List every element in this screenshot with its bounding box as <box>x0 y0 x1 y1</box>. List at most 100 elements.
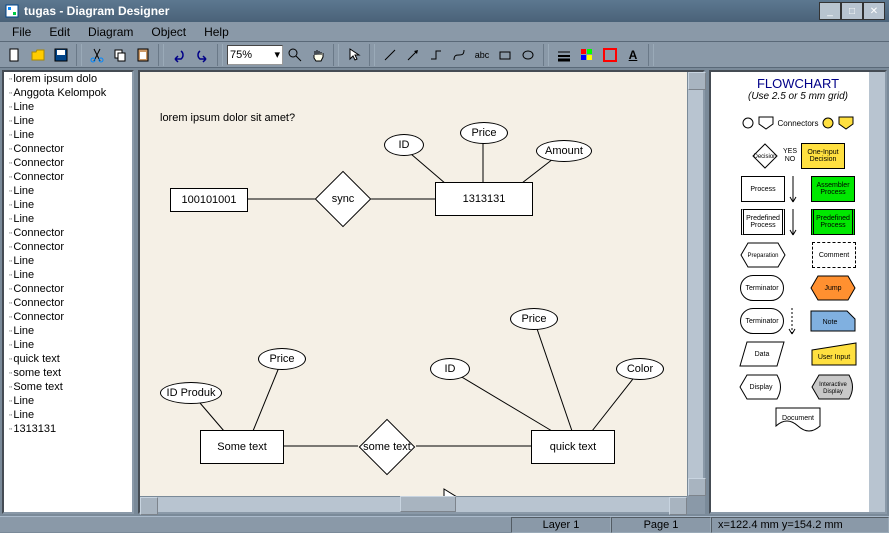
terminator-shape[interactable]: Terminator <box>740 275 784 301</box>
menu-file[interactable]: File <box>4 23 39 41</box>
curve-tool-button[interactable] <box>448 44 470 66</box>
arrow-tool-button[interactable] <box>402 44 424 66</box>
display-shape[interactable]: Display <box>739 374 785 400</box>
document-shape[interactable]: Document <box>775 407 821 433</box>
minimize-button[interactable]: _ <box>819 2 841 20</box>
tree-item[interactable]: Connector <box>4 170 132 184</box>
tree-item[interactable]: Connector <box>4 282 132 296</box>
connector-shape-yellow-icon[interactable] <box>838 116 854 130</box>
tree-item[interactable]: some text <box>4 366 132 380</box>
tree-item[interactable]: Line <box>4 212 132 226</box>
new-button[interactable] <box>4 44 26 66</box>
data-shape[interactable]: Data <box>739 341 785 367</box>
line-tool-button[interactable] <box>379 44 401 66</box>
fill-color-button[interactable] <box>576 44 598 66</box>
paste-button[interactable] <box>132 44 154 66</box>
interactive-display-shape[interactable]: InteractiveDisplay <box>811 374 857 400</box>
tree-item[interactable]: Connector <box>4 310 132 324</box>
preparation-shape[interactable]: Preparation <box>740 242 786 268</box>
scrollbar-thumb[interactable] <box>400 496 456 512</box>
process-shape[interactable]: Process <box>741 176 785 202</box>
note-shape[interactable]: Note <box>810 310 856 332</box>
relation-node[interactable]: some text <box>358 418 416 476</box>
tree-item[interactable]: Line <box>4 128 132 142</box>
predefined-process-shape[interactable]: Predefined Process <box>741 209 785 235</box>
attribute-node[interactable]: ID <box>430 358 470 380</box>
relation-node[interactable]: sync <box>314 170 372 228</box>
connector-tool-button[interactable] <box>425 44 447 66</box>
menu-diagram[interactable]: Diagram <box>80 23 141 41</box>
redo-button[interactable] <box>191 44 213 66</box>
connector-shape-icon[interactable] <box>758 116 774 130</box>
rect-tool-button[interactable] <box>494 44 516 66</box>
tree-item[interactable]: Line <box>4 338 132 352</box>
one-input-decision-shape[interactable]: One-Input Decision <box>801 143 845 169</box>
font-button[interactable]: A <box>622 44 644 66</box>
tree-item[interactable]: Line <box>4 100 132 114</box>
canvas[interactable]: lorem ipsum dolor sit amet? 100101001 sy… <box>140 72 687 496</box>
canvas-text[interactable]: lorem ipsum dolor sit amet? <box>160 112 295 124</box>
tree-item[interactable]: Connector <box>4 142 132 156</box>
terminator-shape-2[interactable]: Terminator <box>740 308 784 334</box>
pan-tool-button[interactable] <box>307 44 329 66</box>
text-tool-button[interactable]: abc <box>471 44 493 66</box>
zoom-combo[interactable]: 75%▾ <box>227 45 283 65</box>
tree-item[interactable]: Line <box>4 114 132 128</box>
jump-shape[interactable]: Jump <box>810 275 856 301</box>
tree-item[interactable]: Line <box>4 184 132 198</box>
attribute-node[interactable]: Price <box>510 308 558 330</box>
entity-node[interactable]: Some text <box>200 430 284 464</box>
tree-item[interactable]: Line <box>4 198 132 212</box>
tree-item[interactable]: Line <box>4 268 132 282</box>
tree-item[interactable]: 1313131 <box>4 422 132 436</box>
cut-button[interactable] <box>86 44 108 66</box>
attribute-node[interactable]: ID Produk <box>160 382 222 404</box>
tree-item[interactable]: lorem ipsum dolo <box>4 72 132 86</box>
menu-object[interactable]: Object <box>143 23 194 41</box>
tree-item[interactable]: Line <box>4 254 132 268</box>
connector-circle-yellow-icon[interactable] <box>822 117 834 129</box>
maximize-button[interactable]: □ <box>841 2 863 20</box>
tree-item[interactable]: Line <box>4 324 132 338</box>
ellipse-tool-button[interactable] <box>517 44 539 66</box>
close-button[interactable]: ✕ <box>863 2 885 20</box>
undo-button[interactable] <box>168 44 190 66</box>
tree-item[interactable]: Connector <box>4 226 132 240</box>
attribute-node[interactable]: Color <box>616 358 664 380</box>
pointer-tool-button[interactable] <box>343 44 365 66</box>
attribute-node[interactable]: ID <box>384 134 424 156</box>
save-button[interactable] <box>50 44 72 66</box>
canvas-scrollbar-vertical[interactable] <box>687 72 703 496</box>
tree-item[interactable]: Connector <box>4 156 132 170</box>
status-layer[interactable]: Layer 1 <box>511 517 611 533</box>
assembler-process-shape[interactable]: Assembler Process <box>811 176 855 202</box>
tree-item[interactable]: Line <box>4 408 132 422</box>
attribute-node[interactable]: Price <box>258 348 306 370</box>
line-color-button[interactable] <box>599 44 621 66</box>
tree-item[interactable]: Line <box>4 394 132 408</box>
entity-node[interactable]: 1313131 <box>435 182 533 216</box>
predefined-process-green-shape[interactable]: Predefined Process <box>811 209 855 235</box>
tree-item[interactable]: Connector <box>4 240 132 254</box>
user-input-shape[interactable]: User Input <box>811 342 857 366</box>
tree-item[interactable]: quick text <box>4 352 132 366</box>
entity-node[interactable]: 100101001 <box>170 188 248 212</box>
copy-button[interactable] <box>109 44 131 66</box>
tree-item[interactable]: Some text <box>4 380 132 394</box>
decision-shape[interactable]: Decision <box>751 142 779 170</box>
tree-item[interactable]: Connector <box>4 296 132 310</box>
attribute-node[interactable]: Price <box>460 122 508 144</box>
menu-help[interactable]: Help <box>196 23 237 41</box>
status-page[interactable]: Page 1 <box>611 517 711 533</box>
svg-text:Preparation: Preparation <box>747 253 778 259</box>
zoom-tool-button[interactable] <box>284 44 306 66</box>
line-width-button[interactable] <box>553 44 575 66</box>
entity-node[interactable]: quick text <box>531 430 615 464</box>
comment-shape[interactable]: Comment <box>812 242 856 268</box>
attribute-node[interactable]: Amount <box>536 140 592 162</box>
open-button[interactable] <box>27 44 49 66</box>
connector-circle-icon[interactable] <box>742 117 754 129</box>
menu-edit[interactable]: Edit <box>41 23 78 41</box>
tree-item[interactable]: Anggota Kelompok <box>4 86 132 100</box>
palette-scrollbar[interactable] <box>869 72 885 512</box>
